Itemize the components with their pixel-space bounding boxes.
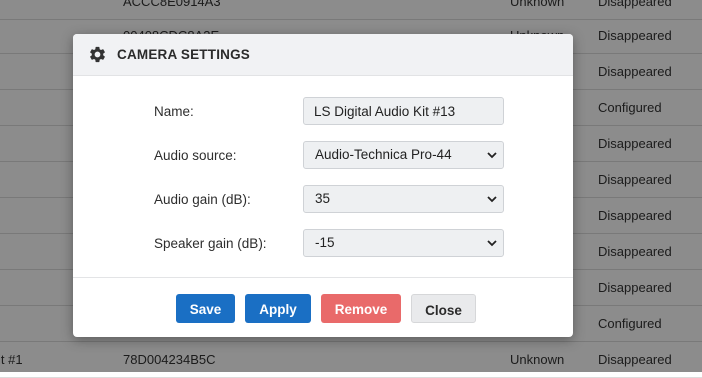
- speaker-gain-value: -15: [315, 235, 335, 250]
- close-button[interactable]: Close: [411, 294, 476, 323]
- chevron-down-icon: [487, 240, 497, 247]
- speaker-gain-label: Speaker gain (dB):: [154, 236, 267, 251]
- save-button[interactable]: Save: [176, 294, 235, 323]
- gear-icon: [88, 45, 107, 64]
- form-row-audio-gain: Audio gain (dB): 35: [73, 185, 573, 215]
- camera-settings-dialog: CAMERA SETTINGS Name: Audio source: Audi…: [73, 34, 573, 337]
- audio-gain-label: Audio gain (dB):: [154, 192, 251, 207]
- audio-source-select[interactable]: Audio-Technica Pro-44: [303, 141, 504, 169]
- audio-source-value: Audio-Technica Pro-44: [315, 147, 452, 162]
- dialog-title: CAMERA SETTINGS: [117, 47, 251, 62]
- chevron-down-icon: [487, 196, 497, 203]
- audio-source-label: Audio source:: [154, 148, 237, 163]
- chevron-down-icon: [487, 152, 497, 159]
- form-row-audio-source: Audio source: Audio-Technica Pro-44: [73, 141, 573, 171]
- remove-button[interactable]: Remove: [321, 294, 401, 323]
- form-row-speaker-gain: Speaker gain (dB): -15: [73, 229, 573, 259]
- dialog-header: CAMERA SETTINGS: [73, 34, 573, 76]
- apply-button[interactable]: Apply: [245, 294, 311, 323]
- footer-divider: [73, 277, 573, 278]
- form-row-name: Name:: [73, 97, 573, 127]
- audio-gain-value: 35: [315, 191, 331, 206]
- name-label: Name:: [154, 104, 194, 119]
- audio-gain-select[interactable]: 35: [303, 185, 504, 213]
- name-input[interactable]: [303, 97, 504, 125]
- speaker-gain-select[interactable]: -15: [303, 229, 504, 257]
